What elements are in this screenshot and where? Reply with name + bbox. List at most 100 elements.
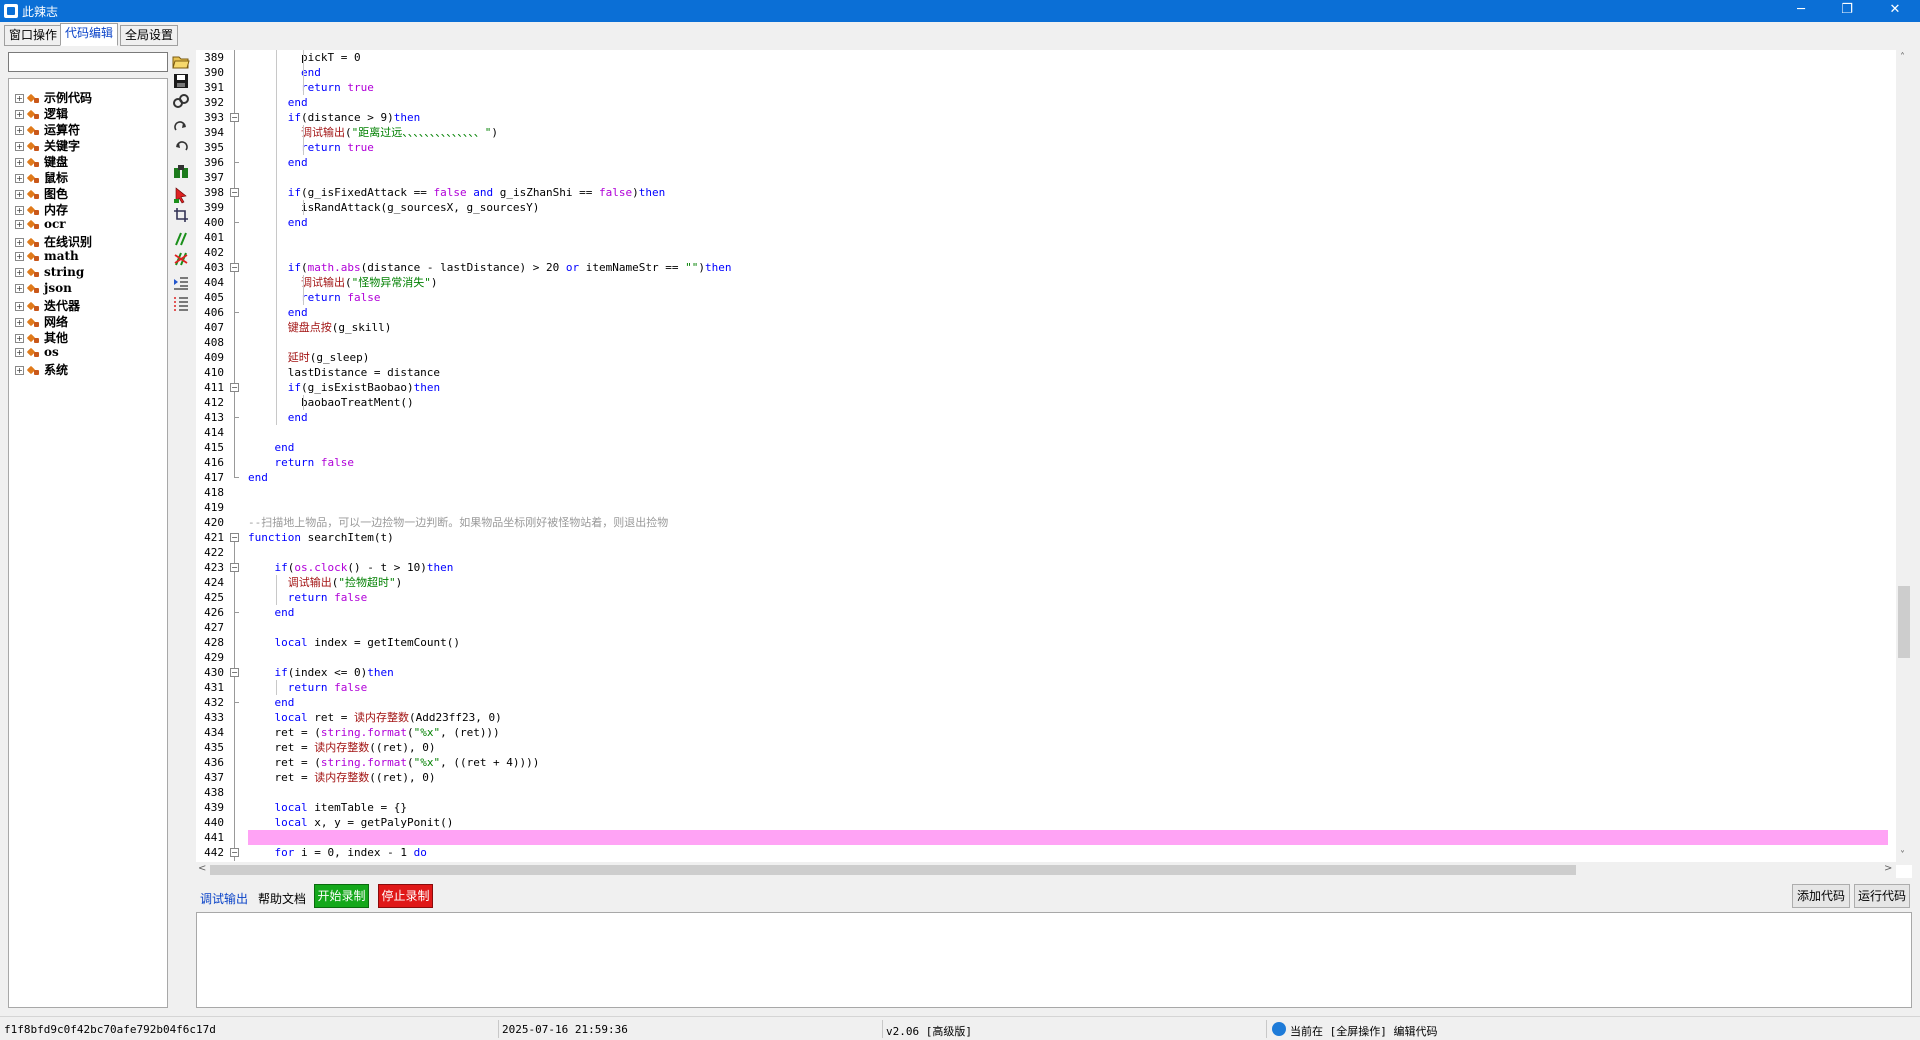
code-line[interactable]: return true <box>248 80 374 95</box>
scroll-down-icon[interactable]: ˅ <box>1900 850 1905 861</box>
fold-toggle-icon[interactable]: − <box>230 533 239 542</box>
list-icon[interactable] <box>172 294 190 312</box>
expand-icon[interactable]: + <box>15 126 24 135</box>
tab-window-ops[interactable]: 窗口操作 <box>4 25 63 46</box>
minimize-button[interactable]: ─ <box>1778 0 1824 22</box>
tree-item[interactable]: + 运算符 <box>15 121 80 137</box>
code-line[interactable]: if(index <= 0)then <box>248 665 394 680</box>
stop-record-button[interactable]: 停止录制 <box>378 884 433 908</box>
code-line[interactable]: if(os.clock() - t > 10)then <box>248 560 454 575</box>
tree-item[interactable]: + string <box>15 265 84 281</box>
link-icon[interactable] <box>172 92 190 110</box>
scroll-up-icon[interactable]: ˄ <box>1900 52 1905 63</box>
find-icon[interactable] <box>172 162 190 180</box>
expand-icon[interactable]: + <box>15 142 24 151</box>
code-line[interactable]: function searchItem(t) <box>248 530 394 545</box>
code-line[interactable]: end <box>248 440 295 455</box>
code-line[interactable]: ret = (string.format("%x", ((ret + 4)))) <box>248 755 539 770</box>
code-line[interactable]: if(math.abs(distance - lastDistance) > 2… <box>248 260 732 275</box>
expand-icon[interactable]: + <box>15 348 24 357</box>
tree-item[interactable]: + 关键字 <box>15 137 80 153</box>
tree-item[interactable]: + 其他 <box>15 329 68 345</box>
code-line[interactable]: 调试输出("距离过远、、、、、、、、、、、、、、") <box>248 125 498 140</box>
fold-toggle-icon[interactable]: − <box>230 113 239 122</box>
code-line[interactable]: 调试输出("捡物超时") <box>248 575 403 590</box>
tab-code-edit[interactable]: 代码编辑 <box>60 23 119 46</box>
redo-icon[interactable] <box>172 118 190 136</box>
code-line[interactable]: return true <box>248 140 374 155</box>
code-line[interactable]: pickT = 0 <box>248 50 361 65</box>
crop-icon[interactable] <box>172 206 190 224</box>
code-line[interactable]: if(g_isFixedAttack == false and g_isZhan… <box>248 185 666 200</box>
code-line[interactable]: return false <box>248 290 381 305</box>
editor-horizontal-scrollbar[interactable]: < > <box>196 862 1896 878</box>
editor-vertical-scrollbar[interactable]: ˄ ˅ <box>1896 50 1912 865</box>
expand-icon[interactable]: + <box>15 158 24 167</box>
tree-item[interactable]: + 逻辑 <box>15 105 68 121</box>
code-line[interactable]: end <box>248 470 268 485</box>
run-code-button[interactable]: 运行代码 <box>1854 884 1910 908</box>
expand-icon[interactable]: + <box>15 302 24 311</box>
tree-item[interactable]: + 网络 <box>15 313 68 329</box>
code-line[interactable]: return false <box>248 590 368 605</box>
code-line[interactable]: end <box>248 605 295 620</box>
indent-icon[interactable] <box>172 274 190 292</box>
code-line[interactable]: 键盘点按(g_skill) <box>248 320 392 335</box>
expand-icon[interactable]: + <box>15 318 24 327</box>
expand-icon[interactable]: + <box>15 284 24 293</box>
fold-toggle-icon[interactable]: − <box>230 263 239 272</box>
tree-item[interactable]: + os <box>15 345 59 361</box>
maximize-button[interactable]: ❐ <box>1824 0 1870 22</box>
tree-item[interactable]: + 在线识别 <box>15 233 92 249</box>
expand-icon[interactable]: + <box>15 174 24 183</box>
expand-icon[interactable]: + <box>15 94 24 103</box>
scroll-right-icon[interactable]: > <box>1884 863 1892 874</box>
tree-item[interactable]: + 内存 <box>15 201 68 217</box>
horizontal-scroll-thumb[interactable] <box>210 865 1576 875</box>
code-line[interactable]: ret = 读内存整数((ret), 0) <box>248 770 435 785</box>
expand-icon[interactable]: + <box>15 334 24 343</box>
close-button[interactable]: ✕ <box>1872 0 1918 22</box>
tree-item[interactable]: + 鼠标 <box>15 169 68 185</box>
save-icon[interactable] <box>172 72 190 90</box>
fold-toggle-icon[interactable]: − <box>230 848 239 857</box>
code-line[interactable]: return false <box>248 680 368 695</box>
expand-icon[interactable]: + <box>15 268 24 277</box>
tab-global-settings[interactable]: 全局设置 <box>120 25 179 46</box>
tree-item[interactable]: + 示例代码 <box>15 89 92 105</box>
code-line[interactable]: 延时(g_sleep) <box>248 350 370 365</box>
vertical-scroll-thumb[interactable] <box>1898 586 1910 658</box>
tree-item[interactable]: + 键盘 <box>15 153 68 169</box>
code-line[interactable]: baobaoTreatMent() <box>248 395 414 410</box>
expand-icon[interactable]: + <box>15 206 24 215</box>
code-line[interactable]: ret = 读内存整数((ret), 0) <box>248 740 435 755</box>
code-line[interactable]: --扫描地上物品，可以一边捡物一边判断。如果物品坐标刚好被怪物站着，则退出捡物 <box>248 515 668 530</box>
fold-toggle-icon[interactable]: − <box>230 383 239 392</box>
expand-icon[interactable]: + <box>15 238 24 247</box>
code-line[interactable]: ret = (string.format("%x", (ret))) <box>248 725 499 740</box>
add-code-button[interactable]: 添加代码 <box>1792 884 1850 908</box>
code-line[interactable]: return false <box>248 455 355 470</box>
uncomment-icon[interactable] <box>172 250 190 268</box>
tree-item[interactable]: + 迭代器 <box>15 297 80 313</box>
tree-item[interactable]: + math <box>15 249 79 265</box>
tab-help-docs[interactable]: 帮助文档 <box>258 890 306 907</box>
code-line[interactable]: local index = getItemCount() <box>248 635 460 650</box>
tab-debug-output[interactable]: 调试输出 <box>200 890 248 907</box>
pointer-icon[interactable] <box>172 186 190 204</box>
code-line[interactable]: end <box>248 95 308 110</box>
tree-item[interactable]: + ocr <box>15 217 66 233</box>
tree-search-input[interactable] <box>8 52 168 72</box>
fold-toggle-icon[interactable]: − <box>230 668 239 677</box>
tree-item[interactable]: + 系统 <box>15 361 68 377</box>
tree-item[interactable]: + json <box>15 281 72 297</box>
code-line[interactable]: isRandAttack(g_sourcesX, g_sourcesY) <box>248 200 539 215</box>
comment-icon[interactable] <box>172 230 190 248</box>
code-line[interactable]: local itemTable = {} <box>248 800 407 815</box>
code-line[interactable]: end <box>248 155 308 170</box>
expand-icon[interactable]: + <box>15 110 24 119</box>
fold-toggle-icon[interactable]: − <box>230 563 239 572</box>
code-editor[interactable]: 389 pickT = 0 390 end 391 return true 392 e… <box>196 50 1912 878</box>
code-line[interactable]: for i = 0, index - 1 do <box>248 845 427 860</box>
code-line[interactable]: end <box>248 695 295 710</box>
